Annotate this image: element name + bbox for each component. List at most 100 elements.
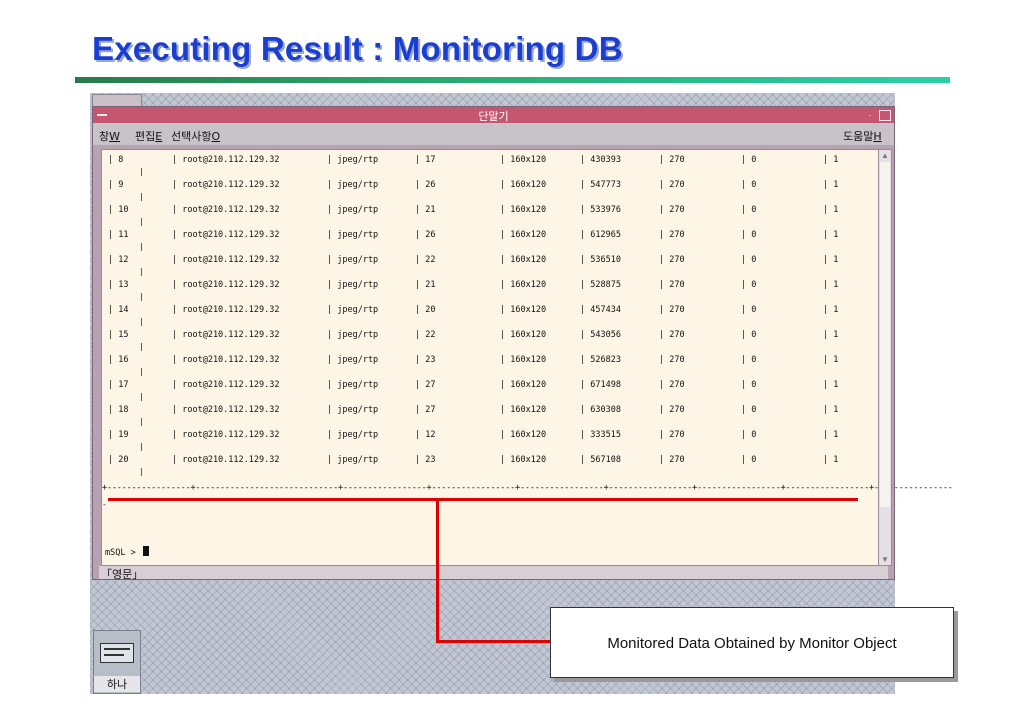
cell-status: | 1: [823, 180, 839, 190]
table-row: | 14 | root@210.112.129.32 | jpeg/rtp | 20 |…: [102, 301, 878, 326]
cell-host: | root@210.112.129.32: [172, 380, 280, 390]
menu-window-label: 창: [99, 130, 110, 143]
cell-fps: | 23: [415, 355, 436, 365]
cell-duration: | 270: [659, 430, 685, 440]
table-row: | 8 | root@210.112.129.32 | jpeg/rtp | 17 | …: [102, 151, 878, 176]
row-continuation: |: [139, 242, 144, 251]
cell-fps: | 23: [415, 455, 436, 465]
minimize-button[interactable]: ·: [864, 110, 876, 120]
cell-status: | 1: [823, 280, 839, 290]
cell-duration: | 270: [659, 205, 685, 215]
cell-host: | root@210.112.129.32: [172, 205, 280, 215]
row-continuation: |: [139, 292, 144, 301]
cell-status: | 1: [823, 380, 839, 390]
cell-loss: | 0: [741, 155, 757, 165]
cell-row-id: | 19: [108, 430, 129, 440]
row-continuation: |: [139, 342, 144, 351]
cell-resolution: | 160x120: [500, 430, 547, 440]
cell-row-id: | 16: [108, 355, 129, 365]
cell-status: | 1: [823, 430, 839, 440]
cell-status: | 1: [823, 230, 839, 240]
cell-codec: | jpeg/rtp: [327, 205, 379, 215]
cell-bytes: | 567108: [580, 455, 621, 465]
row-continuation: |: [139, 217, 144, 226]
scroll-up-icon[interactable]: ▲: [879, 150, 891, 161]
cell-host: | root@210.112.129.32: [172, 455, 280, 465]
cell-duration: | 270: [659, 280, 685, 290]
table-row: | 18 | root@210.112.129.32 | jpeg/rtp | 27 |…: [102, 401, 878, 426]
row-continuation: |: [139, 267, 144, 276]
cell-row-id: | 14: [108, 305, 129, 315]
cell-bytes: | 457434: [580, 305, 621, 315]
cell-fps: | 21: [415, 205, 436, 215]
scroll-thumb[interactable]: [880, 162, 890, 507]
statusbar: 「영문」: [99, 566, 888, 581]
cell-row-id: | 8: [108, 155, 124, 165]
terminal-output[interactable]: | 20 | root@210.112.129.32 | jpeg/rtp | 23 |…: [101, 149, 953, 566]
menu-options-label: 선택사항: [171, 130, 212, 143]
cell-row-id: | 11: [108, 230, 129, 240]
cell-status: | 1: [823, 455, 839, 465]
cell-resolution: | 160x120: [500, 305, 547, 315]
cell-loss: | 0: [741, 355, 757, 365]
menu-help-label: 도움말: [843, 130, 874, 143]
cell-duration: | 270: [659, 155, 685, 165]
cell-duration: | 270: [659, 330, 685, 340]
input-mode-indicator: 「영문」: [101, 568, 144, 581]
cell-fps: | 20: [415, 305, 436, 315]
table-dash: -: [102, 500, 107, 509]
cell-duration: | 270: [659, 230, 685, 240]
cell-loss: | 0: [741, 305, 757, 315]
menu-options[interactable]: 선택사항O: [171, 128, 220, 144]
cell-row-id: | 12: [108, 255, 129, 265]
row-continuation: |: [139, 192, 144, 201]
cell-bytes: | 526823: [580, 355, 621, 365]
table-separator: +-----------------+---------------------…: [102, 483, 953, 493]
cell-row-id: | 17: [108, 380, 129, 390]
cell-bytes: | 612965: [580, 230, 621, 240]
cell-resolution: | 160x120: [500, 230, 547, 240]
table-row: | 9 | root@210.112.129.32 | jpeg/rtp | 26 | …: [102, 176, 878, 201]
cell-codec: | jpeg/rtp: [327, 405, 379, 415]
cell-codec: | jpeg/rtp: [327, 430, 379, 440]
cell-loss: | 0: [741, 230, 757, 240]
cell-loss: | 0: [741, 280, 757, 290]
menu-help[interactable]: 도움말H: [843, 128, 882, 144]
cell-codec: | jpeg/rtp: [327, 455, 379, 465]
cell-bytes: | 547773: [580, 180, 621, 190]
annotation-line-horizontal: [108, 498, 858, 501]
row-continuation: |: [139, 417, 144, 426]
window-titlebar[interactable]: 단말기 ·: [93, 107, 894, 123]
cell-loss: | 0: [741, 405, 757, 415]
row-continuation: |: [139, 442, 144, 451]
window-title: 단말기: [478, 110, 509, 123]
menu-window-key: W: [109, 130, 121, 143]
cell-bytes: | 533976: [580, 205, 621, 215]
vertical-scrollbar[interactable]: ▲ ▼: [878, 149, 892, 566]
table-row: | 16 | root@210.112.129.32 | jpeg/rtp | 23 |…: [102, 351, 878, 376]
cell-row-id: | 10: [108, 205, 129, 215]
cell-bytes: | 671498: [580, 380, 621, 390]
prompt-text: mSQL >: [105, 548, 141, 558]
cell-fps: | 26: [415, 180, 436, 190]
table-row: | 10 | root@210.112.129.32 | jpeg/rtp | 21 |…: [102, 201, 878, 226]
scroll-down-icon[interactable]: ▼: [879, 554, 891, 565]
cell-resolution: | 160x120: [500, 380, 547, 390]
menu-edit[interactable]: 편집E: [135, 128, 162, 144]
cell-fps: | 22: [415, 330, 436, 340]
cell-loss: | 0: [741, 455, 757, 465]
menu-window[interactable]: 창W: [99, 128, 120, 144]
callout-text: Monitored Data Obtained by Monitor Objec…: [607, 635, 897, 652]
cell-fps: | 12: [415, 430, 436, 440]
cell-resolution: | 160x120: [500, 280, 547, 290]
maximize-button[interactable]: [879, 110, 891, 121]
menu-edit-label: 편집: [135, 130, 156, 143]
cell-fps: | 26: [415, 230, 436, 240]
sql-prompt[interactable]: mSQL >: [105, 546, 149, 558]
cell-resolution: | 160x120: [500, 155, 547, 165]
row-continuation: |: [139, 317, 144, 326]
cell-codec: | jpeg/rtp: [327, 255, 379, 265]
cell-duration: | 270: [659, 380, 685, 390]
desktop-icon[interactable]: 하나: [93, 630, 141, 694]
callout-box: Monitored Data Obtained by Monitor Objec…: [550, 607, 954, 678]
